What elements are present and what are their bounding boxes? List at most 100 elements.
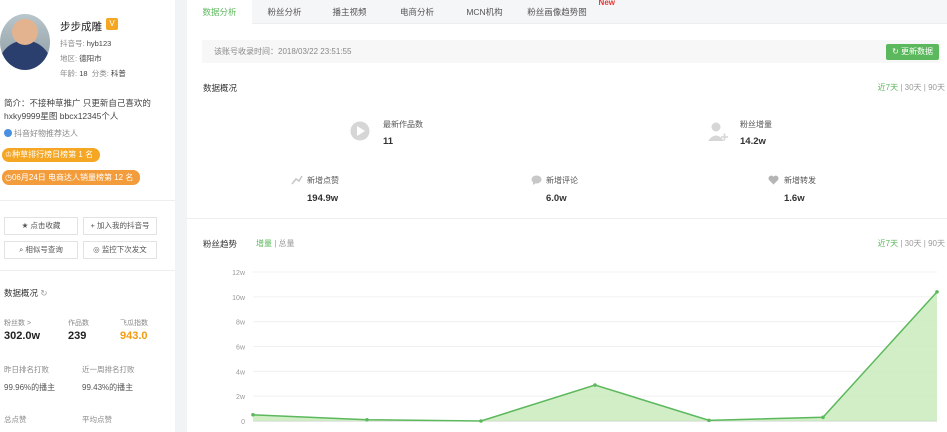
tab-mcn[interactable]: MCN机构	[452, 0, 517, 24]
category-value: 科普	[110, 69, 126, 78]
stats-title: 数据概况 ↻	[4, 287, 48, 299]
week-label: 近一周排名打败	[82, 365, 135, 374]
works-label: 作品数	[68, 320, 89, 327]
trend-range: 近7天 | 30天 | 90天	[877, 239, 945, 248]
analysis-panel: 数据分析 粉丝分析 播主视频 电商分析 MCN机构 粉丝画像趋势图 New 该账…	[187, 0, 947, 432]
refresh-data-button[interactable]: ↻ 更新数据	[886, 44, 939, 60]
data-point[interactable]	[479, 419, 483, 423]
new-works-value: 11	[383, 136, 394, 147]
play-icon	[350, 121, 370, 141]
monitor-icon: ◎	[93, 245, 100, 254]
divider	[0, 200, 175, 201]
data-point[interactable]	[707, 418, 711, 423]
fans-growth-value: 14.2w	[740, 136, 766, 147]
trend-mode-increment[interactable]: 增量	[256, 239, 272, 248]
star-icon: ★	[21, 221, 29, 230]
douyin-id-value: hyb123	[86, 39, 112, 48]
add-to-my-button-label: 加入我的抖音号	[96, 221, 150, 230]
refresh-icon[interactable]: ↻	[40, 288, 47, 298]
data-point[interactable]	[365, 417, 369, 422]
region-row: 地区: 德阳市	[60, 53, 102, 64]
y-tick-label: 4w	[236, 369, 246, 376]
collect-time: 该账号收录时间：2018/03/22 23:51:55	[202, 40, 940, 63]
tab-fans-analysis[interactable]: 粉丝分析	[252, 0, 317, 24]
trend-range-7d[interactable]: 近7天	[878, 239, 898, 248]
fans-label[interactable]: 粉丝数 >	[4, 318, 31, 328]
check-badge-icon	[4, 129, 12, 137]
refresh-icon: ↻	[892, 47, 899, 56]
avatar[interactable]	[0, 14, 50, 70]
plus-icon: +	[90, 221, 95, 230]
range-7d[interactable]: 近7天	[878, 83, 898, 92]
overview-title: 数据概况	[203, 83, 238, 93]
works-value: 239	[68, 330, 87, 342]
douyin-id-label: 抖音号:	[60, 39, 85, 48]
age-category-row: 年龄: 18 分类: 科普	[60, 68, 126, 79]
new-likes-label: 新增点赞	[307, 176, 339, 185]
trend-range-90d[interactable]: 90天	[928, 239, 945, 248]
new-likes-value: 194.9w	[307, 193, 339, 204]
rank-badge-daily[interactable]: ♔种草排行榜日榜第 1 名	[2, 148, 101, 162]
favorite-button-label: 点击收藏	[30, 221, 61, 230]
age-label: 年龄:	[60, 69, 78, 78]
series-area	[253, 291, 937, 421]
tab-data-analysis[interactable]: 数据分析	[187, 0, 252, 24]
favorite-button[interactable]: ★ 点击收藏	[4, 217, 78, 235]
data-point[interactable]	[593, 383, 597, 387]
similar-query-button[interactable]: ⌕ 相似号查询	[4, 241, 78, 259]
add-to-my-button[interactable]: + 加入我的抖音号	[83, 217, 157, 235]
tab-videos[interactable]: 播主视频	[317, 0, 382, 24]
week-value: 99.43%的播主	[82, 383, 134, 392]
y-tick-label: 12w	[232, 270, 246, 277]
rank-badge-ecommerce-label: 06月24日 电商达人销量榜第 12 名	[11, 173, 134, 182]
thumb-up-icon	[291, 175, 303, 185]
trend-range-30d[interactable]: 30天	[905, 239, 922, 248]
y-tick-label: 2w	[236, 394, 246, 401]
recommend-tag: 抖音好物推荐达人	[4, 128, 78, 139]
divider	[187, 218, 947, 219]
trend-mode-toggle: 增量 | 总量	[256, 239, 295, 248]
comment-icon	[531, 175, 542, 185]
user-growth-icon	[708, 122, 728, 141]
tab-ecommerce[interactable]: 电商分析	[382, 0, 452, 24]
y-tick-label: 10w	[232, 295, 246, 302]
range-90d[interactable]: 90天	[928, 83, 945, 92]
refresh-data-label: 更新数据	[901, 47, 933, 56]
range-30d[interactable]: 30天	[905, 83, 922, 92]
age-value: 18	[79, 69, 88, 78]
heart-icon	[768, 175, 779, 185]
y-tick-label: 6w	[236, 345, 246, 352]
new-shares-value: 1.6w	[784, 193, 805, 204]
y-tick-label: 0	[241, 419, 245, 426]
verified-badge-icon: V	[106, 18, 118, 30]
calendar-icon: ◷	[5, 173, 12, 182]
region-label: 地区:	[60, 54, 78, 63]
avg-likes-label: 平均点赞	[82, 415, 112, 424]
yesterday-value: 99.96%的播主	[4, 383, 56, 392]
tab-fans-portrait-trend[interactable]: 粉丝画像趋势图 New	[517, 0, 615, 24]
fans-growth-label: 粉丝增量	[740, 120, 772, 129]
douyin-id-row: 抖音号: hyb123	[60, 38, 111, 49]
new-shares-label: 新增转发	[784, 176, 816, 185]
yesterday-label: 昨日排名打败	[4, 365, 49, 374]
trend-mode-total[interactable]: 总量	[279, 239, 295, 248]
new-tag: New	[598, 0, 615, 7]
monitor-button[interactable]: ◎ 监控下次发文	[83, 241, 157, 259]
new-comments-value: 6.0w	[546, 193, 567, 204]
category-label: 分类:	[91, 69, 109, 78]
data-point[interactable]	[935, 290, 939, 294]
stats-title-label: 数据概况	[4, 288, 39, 298]
similar-query-button-label: 相似号查询	[25, 245, 63, 254]
fans-trend-chart: 12w 10w 8w 6w 4w 2w 0	[232, 270, 939, 426]
rank-badge-ecommerce[interactable]: ◷06月24日 电商达人销量榜第 12 名	[2, 170, 141, 185]
profile-name: 步步成雕	[60, 21, 102, 33]
profile-panel: 步步成雕 V 抖音号: hyb123 地区: 德阳市 年龄: 18 分类: 科普…	[0, 0, 175, 432]
data-point[interactable]	[251, 412, 255, 417]
profile-intro: 简介：不接种草推广 只更新自己喜欢的hxky9999星图 bbcx12345个人	[4, 98, 151, 121]
index-label: 飞瓜指数	[120, 320, 148, 327]
divider	[0, 270, 175, 271]
new-comments-label: 新增评论	[546, 176, 578, 185]
y-tick-label: 8w	[236, 320, 246, 327]
data-point[interactable]	[821, 415, 825, 420]
monitor-button-label: 监控下次发文	[101, 245, 147, 254]
